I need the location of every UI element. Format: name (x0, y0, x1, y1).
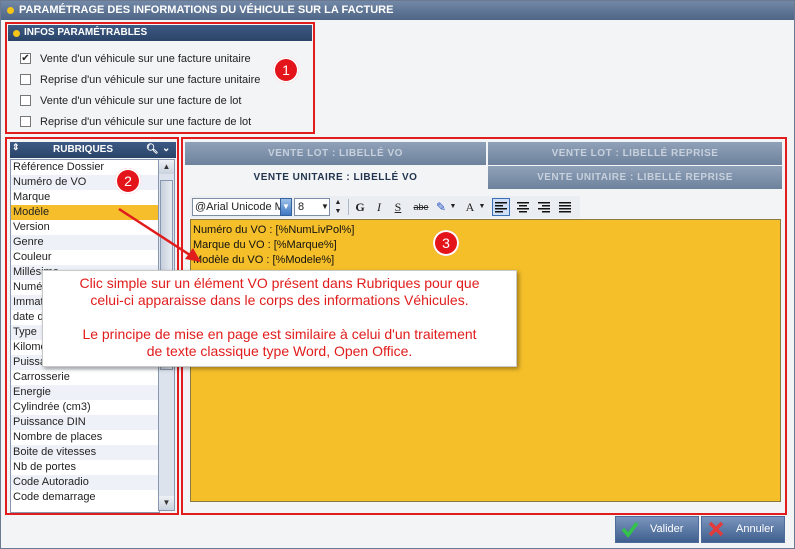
editor-line: Modèle du VO : [%Modele%] (193, 254, 335, 266)
italic-button[interactable]: I (371, 198, 387, 216)
strikethrough-button[interactable]: abe (410, 198, 432, 216)
instruction-callout: Clic simple sur un élément VO présent da… (42, 270, 517, 367)
title-dot-icon (7, 7, 14, 14)
editor-line: Numéro du VO : [%NumLivPol%] (193, 224, 355, 236)
toolbar-divider (348, 199, 349, 215)
font-color-dropdown-icon[interactable]: ▼ (478, 198, 486, 216)
checkbox-icon[interactable] (20, 116, 31, 127)
format-toolbar: @Arial Unicode MS ▼ 8 ▼ ▲ ▼ G I S abe ✎ ▼… (190, 196, 580, 218)
align-right-icon[interactable] (535, 198, 553, 216)
checkbox-icon[interactable] (20, 95, 31, 106)
list-item[interactable]: Nb de portes (11, 460, 159, 475)
validate-label: Valider (650, 523, 684, 535)
editor-line: Marque du VO : [%Marque%] (193, 239, 337, 251)
list-item[interactable]: Boite de vitesses (11, 445, 159, 460)
tab-vente-lot-libelle-vo[interactable]: VENTE LOT : LIBELLÉ VO (185, 142, 486, 165)
list-item[interactable]: Energie (11, 385, 159, 400)
badge-1: 1 (273, 57, 299, 83)
list-item[interactable]: Puissance DIN (11, 415, 159, 430)
option-label: Reprise d'un véhicule sur une facture un… (40, 74, 261, 86)
align-center-icon[interactable] (514, 198, 532, 216)
validate-button[interactable]: Valider (615, 516, 699, 543)
list-item[interactable]: Code demarrage (11, 490, 159, 505)
option-label: Vente d'un véhicule sur une facture unit… (40, 53, 251, 65)
window-titlebar: PARAMÉTRAGE DES INFORMATIONS DU VÉHICULE… (1, 1, 794, 20)
list-item[interactable]: Code Autoradio (11, 475, 159, 490)
callout-line: Le principe de mise en page est similair… (82, 326, 477, 342)
bold-button[interactable]: G (352, 198, 368, 216)
cancel-button[interactable]: Annuler (701, 516, 785, 543)
close-icon (708, 521, 724, 537)
cancel-label: Annuler (736, 523, 774, 535)
size-dropdown-icon[interactable]: ▼ (320, 198, 330, 216)
underline-button[interactable]: S (390, 198, 406, 216)
tab-vente-unitaire-libelle-reprise[interactable]: VENTE UNITAIRE : LIBELLÉ REPRISE (488, 166, 782, 189)
list-item[interactable]: Cylindrée (cm3) (11, 400, 159, 415)
rubriques-title: RUBRIQUES (53, 144, 114, 155)
option-label: Reprise d'un véhicule sur une facture de… (40, 116, 252, 128)
collapse-icon[interactable]: ⇕ (12, 139, 20, 155)
rubriques-header: ⇕ RUBRIQUES 🔍︎ ⌄ (10, 142, 176, 158)
check-icon (621, 521, 639, 538)
size-stepper-icon[interactable]: ▲ ▼ (332, 198, 344, 216)
infos-panel: INFOS PARAMÉTRABLES ✔ Vente d'un véhicul… (5, 22, 315, 134)
infos-header: INFOS PARAMÉTRABLES (8, 25, 312, 41)
highlighter-icon[interactable]: ✎ (434, 198, 448, 216)
badge-3: 3 (433, 230, 459, 256)
settings-window: PARAMÉTRAGE DES INFORMATIONS DU VÉHICULE… (0, 0, 795, 549)
checkbox-icon[interactable] (20, 74, 31, 85)
scroll-up-icon[interactable]: ▲ (159, 160, 174, 174)
list-item[interactable]: Nombre de places (11, 430, 159, 445)
tab-vente-unitaire-libelle-vo[interactable]: VENTE UNITAIRE : LIBELLÉ VO (185, 166, 486, 189)
font-dropdown-icon[interactable]: ▼ (280, 198, 292, 216)
chevron-double-down-icon[interactable]: ⌄ (162, 141, 170, 157)
callout-line: celui-ci apparaisse dans le corps des in… (90, 292, 469, 308)
search-icon[interactable]: 🔍︎ (146, 142, 159, 158)
infos-title: INFOS PARAMÉTRABLES (24, 27, 148, 38)
highlight-dropdown-icon[interactable]: ▼ (449, 198, 457, 216)
scroll-down-icon[interactable]: ▼ (159, 496, 174, 510)
option-label: Vente d'un véhicule sur une facture de l… (40, 95, 242, 107)
tab-vente-lot-libelle-reprise[interactable]: VENTE LOT : LIBELLÉ REPRISE (488, 142, 782, 165)
align-justify-icon[interactable] (556, 198, 574, 216)
callout-line: Clic simple sur un élément VO présent da… (79, 275, 480, 291)
font-color-button[interactable]: A (463, 198, 477, 216)
badge-2: 2 (115, 168, 141, 194)
list-item[interactable]: Carrosserie (11, 370, 159, 385)
infos-dot-icon (13, 30, 20, 37)
window-title: PARAMÉTRAGE DES INFORMATIONS DU VÉHICULE… (19, 4, 394, 16)
align-left-icon[interactable] (492, 198, 510, 216)
checkbox-checked-icon[interactable]: ✔ (20, 53, 31, 64)
pointer-arrow (118, 207, 201, 262)
callout-line: de texte classique type Word, Open Offic… (146, 343, 413, 359)
